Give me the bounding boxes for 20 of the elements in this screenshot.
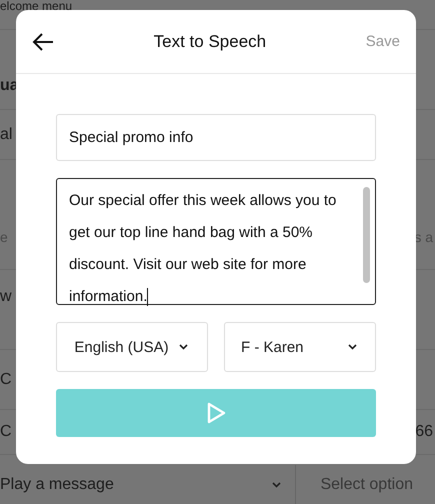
dialog-title: Text to Speech (152, 32, 268, 52)
background-text: w (0, 288, 12, 306)
name-field[interactable]: Special promo info (56, 114, 376, 161)
language-select[interactable]: English (USA) (56, 322, 208, 372)
chevron-down-icon (272, 482, 281, 488)
background-text: al (0, 126, 12, 144)
background-text: 66 (415, 423, 433, 441)
message-field[interactable]: Our special offer this week allows you to get our top line hand bag with a 50% discount. Visit our web site for more information. (56, 178, 376, 305)
play-icon (206, 401, 226, 425)
background-text: Play a message (0, 476, 114, 494)
background-text: Select option (320, 476, 413, 494)
chevron-down-icon (348, 344, 357, 350)
background-text: elcome menu (0, 0, 72, 12)
background-text: C (0, 370, 12, 388)
background-text: C (0, 423, 12, 441)
back-button[interactable] (32, 32, 54, 50)
scrollbar[interactable] (363, 187, 370, 283)
back-arrow-icon (32, 32, 54, 50)
voice-select[interactable]: F - Karen (224, 322, 376, 372)
chevron-down-icon (178, 344, 188, 350)
